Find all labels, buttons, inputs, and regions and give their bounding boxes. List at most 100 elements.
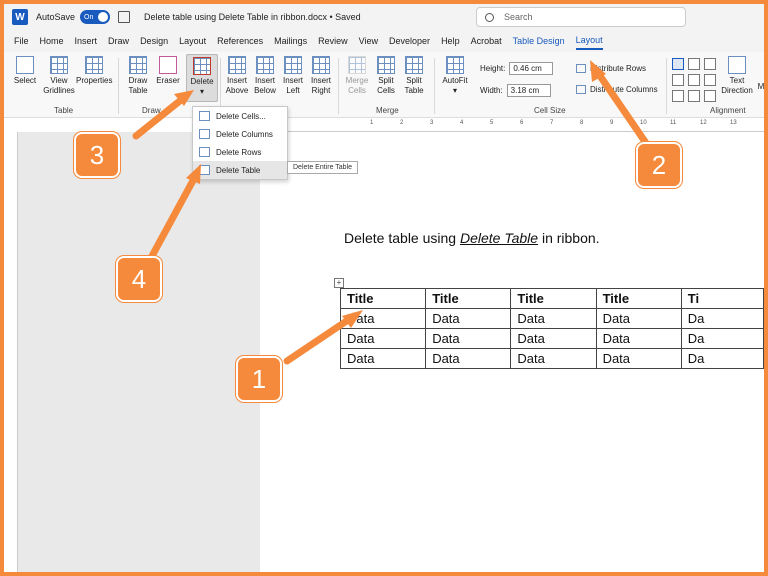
table-cell[interactable]: Data xyxy=(425,308,512,329)
table-cell[interactable]: Data xyxy=(595,308,682,329)
ruler-tick: 9 xyxy=(610,120,614,126)
insert-below-button[interactable]: Insert Below xyxy=(252,56,278,96)
delete-cells-icon xyxy=(199,111,210,121)
table-cell[interactable]: Data xyxy=(339,328,427,349)
draw-table-button[interactable]: Draw Table xyxy=(124,56,152,96)
cell-margins-button[interactable]: M xyxy=(756,56,764,92)
tab-table-layout[interactable]: Layout xyxy=(575,32,603,50)
table-cell[interactable]: Data xyxy=(425,328,512,349)
table-cell[interactable]: Title xyxy=(595,288,682,309)
callout-3: 3 xyxy=(74,132,120,178)
horizontal-ruler[interactable]: 1 2 3 4 5 6 7 8 9 10 11 12 13 xyxy=(260,118,764,132)
table-cell[interactable]: Data xyxy=(595,328,682,349)
align-bottom-center-button[interactable] xyxy=(688,90,700,102)
ruler-tick: 8 xyxy=(580,120,584,126)
autofit-button[interactable]: AutoFit ▾ xyxy=(440,56,470,96)
table-row: Data Data Data Data Da xyxy=(339,308,764,329)
table-cell[interactable]: Data xyxy=(339,348,427,369)
table-cell[interactable]: Title xyxy=(425,288,512,309)
menu-item-delete-columns[interactable]: Delete Columns xyxy=(193,125,287,143)
tab-layout[interactable]: Layout xyxy=(179,33,206,49)
merge-cells-button[interactable]: Merge Cells xyxy=(344,56,370,96)
chevron-down-icon: ▾ xyxy=(199,87,204,96)
insert-above-button[interactable]: Insert Above xyxy=(224,56,250,96)
autosave-toggle[interactable]: On xyxy=(80,10,111,24)
save-icon[interactable] xyxy=(118,11,131,23)
search-box[interactable]: Search xyxy=(476,7,686,27)
table-cell[interactable]: Data xyxy=(510,308,597,329)
width-spinner[interactable]: Width: 3.18 cm xyxy=(480,84,551,97)
tab-help[interactable]: Help xyxy=(441,33,460,49)
insert-below-label-1: Insert xyxy=(254,76,275,85)
tab-file[interactable]: File xyxy=(14,33,29,49)
align-center-left-button[interactable] xyxy=(672,74,684,86)
vertical-ruler[interactable] xyxy=(4,132,18,572)
table-cell[interactable]: Da xyxy=(680,328,764,349)
table-row: Title Title Title Title Ti xyxy=(339,288,764,309)
document-table[interactable]: Title Title Title Title Ti Data Data Dat… xyxy=(339,288,764,369)
properties-button[interactable]: Properties xyxy=(76,56,112,86)
align-bottom-right-button[interactable] xyxy=(704,90,716,102)
menu-item-delete-rows[interactable]: Delete Rows xyxy=(193,143,287,161)
split-cells-button[interactable]: Split Cells xyxy=(374,56,398,96)
table-cell[interactable]: Data xyxy=(425,348,512,369)
menu-item-delete-cells[interactable]: Delete Cells... xyxy=(193,107,287,125)
tab-draw[interactable]: Draw xyxy=(108,33,129,49)
tab-references[interactable]: References xyxy=(217,33,263,49)
height-spinner[interactable]: Height: 0.46 cm xyxy=(480,62,554,75)
align-bottom-left-button[interactable] xyxy=(672,90,684,102)
tab-acrobat[interactable]: Acrobat xyxy=(471,33,502,49)
ruler-tick: 13 xyxy=(730,120,737,126)
separator xyxy=(118,58,119,114)
merge-cells-icon xyxy=(348,56,366,74)
callout-2: 2 xyxy=(636,142,682,188)
align-top-center-button[interactable] xyxy=(688,58,700,70)
delete-button[interactable]: Delete ▾ xyxy=(186,54,218,102)
distribute-rows-button[interactable]: Distribute Rows xyxy=(576,64,646,73)
width-label: Width: xyxy=(480,86,503,95)
text-direction-button[interactable]: Text Direction xyxy=(720,56,754,96)
delete-columns-icon xyxy=(199,129,210,139)
table-cell[interactable]: Title xyxy=(339,288,427,309)
view-gridlines-button[interactable]: View Gridlines xyxy=(42,56,76,96)
height-input[interactable]: 0.46 cm xyxy=(509,62,554,75)
split-table-button[interactable]: Split Table xyxy=(402,56,426,96)
table-cell[interactable]: Data xyxy=(510,348,597,369)
menu-item-delete-table[interactable]: Delete Table xyxy=(193,161,287,179)
table-move-handle-icon[interactable]: + xyxy=(334,278,344,288)
width-input[interactable]: 3.18 cm xyxy=(506,84,551,97)
separator xyxy=(666,58,667,114)
document-page[interactable]: Delete table using Delete Table in ribbo… xyxy=(260,132,764,572)
table-cell[interactable]: Data xyxy=(510,328,597,349)
title-bar: W AutoSave On Delete table using Delete … xyxy=(4,4,764,30)
align-top-right-button[interactable] xyxy=(704,58,716,70)
insert-right-button[interactable]: Insert Right xyxy=(308,56,334,96)
table-cell[interactable]: Da xyxy=(680,308,764,329)
align-center-button[interactable] xyxy=(688,74,700,86)
split-cells-label-2: Cells xyxy=(377,86,395,95)
tab-review[interactable]: Review xyxy=(318,33,348,49)
tab-design[interactable]: Design xyxy=(140,33,168,49)
tab-insert[interactable]: Insert xyxy=(75,33,98,49)
eraser-button[interactable]: Eraser xyxy=(154,56,182,86)
table-cell[interactable]: Title xyxy=(510,288,597,309)
table-cell[interactable]: Ti xyxy=(680,288,764,309)
select-button[interactable]: Select xyxy=(12,56,38,86)
split-table-icon xyxy=(405,56,423,74)
tab-developer[interactable]: Developer xyxy=(389,33,430,49)
tab-mailings[interactable]: Mailings xyxy=(274,33,307,49)
table-cell[interactable]: Data xyxy=(339,308,427,329)
table-cell[interactable]: Data xyxy=(595,348,682,369)
distribute-columns-label: Distribute Columns xyxy=(590,85,658,94)
align-top-left-button[interactable] xyxy=(672,58,684,70)
table-cell[interactable]: Da xyxy=(680,348,764,369)
tab-view[interactable]: View xyxy=(359,33,378,49)
tab-table-design[interactable]: Table Design xyxy=(513,33,565,49)
tab-home[interactable]: Home xyxy=(40,33,64,49)
distribute-columns-button[interactable]: Distribute Columns xyxy=(576,85,658,94)
autosave-label: AutoSave xyxy=(36,12,76,22)
delete-label: Delete xyxy=(190,77,214,86)
text-direction-label-1: Text xyxy=(729,76,745,85)
align-center-right-button[interactable] xyxy=(704,74,716,86)
insert-left-button[interactable]: Insert Left xyxy=(281,56,305,96)
